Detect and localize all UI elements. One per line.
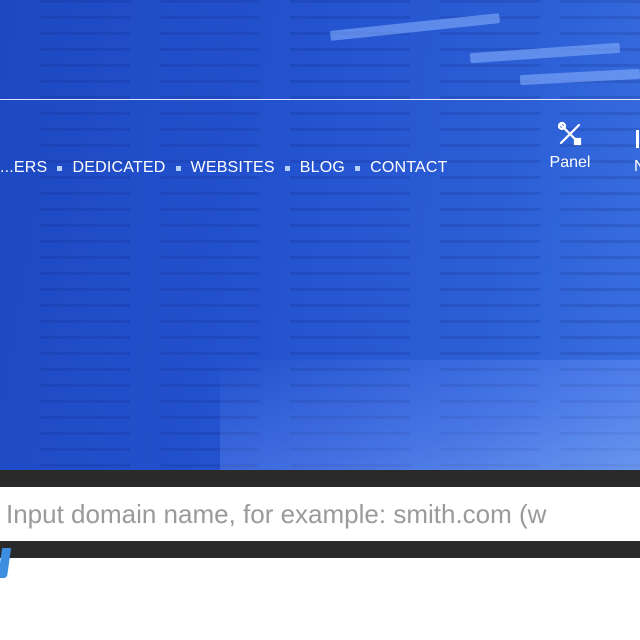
panel-button[interactable]: Panel (540, 120, 600, 172)
partial-icon (636, 130, 639, 148)
nav-item-contact[interactable]: CONTACT (370, 159, 448, 177)
tools-icon (557, 121, 582, 146)
nav-separator (355, 165, 361, 171)
menu-item-partial[interactable]: N (632, 120, 640, 180)
nav-separator (57, 165, 63, 171)
main-nav: ...ERS DEDICATED WEBSITES BLOG CONTACT (0, 156, 448, 180)
nav-separator (175, 165, 181, 171)
nav-item-blog[interactable]: BLOG (300, 159, 345, 177)
nav-separator (284, 165, 290, 171)
hero-banner (0, 0, 640, 470)
header-divider (0, 99, 640, 100)
panel-label: Panel (549, 154, 591, 171)
partial-label: N (634, 158, 640, 175)
domain-search-input[interactable] (0, 487, 640, 541)
search-tab-handle[interactable] (0, 548, 12, 578)
nav-item-servers[interactable]: ...ERS (0, 159, 47, 177)
nav-item-websites[interactable]: WEBSITES (191, 159, 275, 177)
nav-item-dedicated[interactable]: DEDICATED (72, 159, 165, 177)
